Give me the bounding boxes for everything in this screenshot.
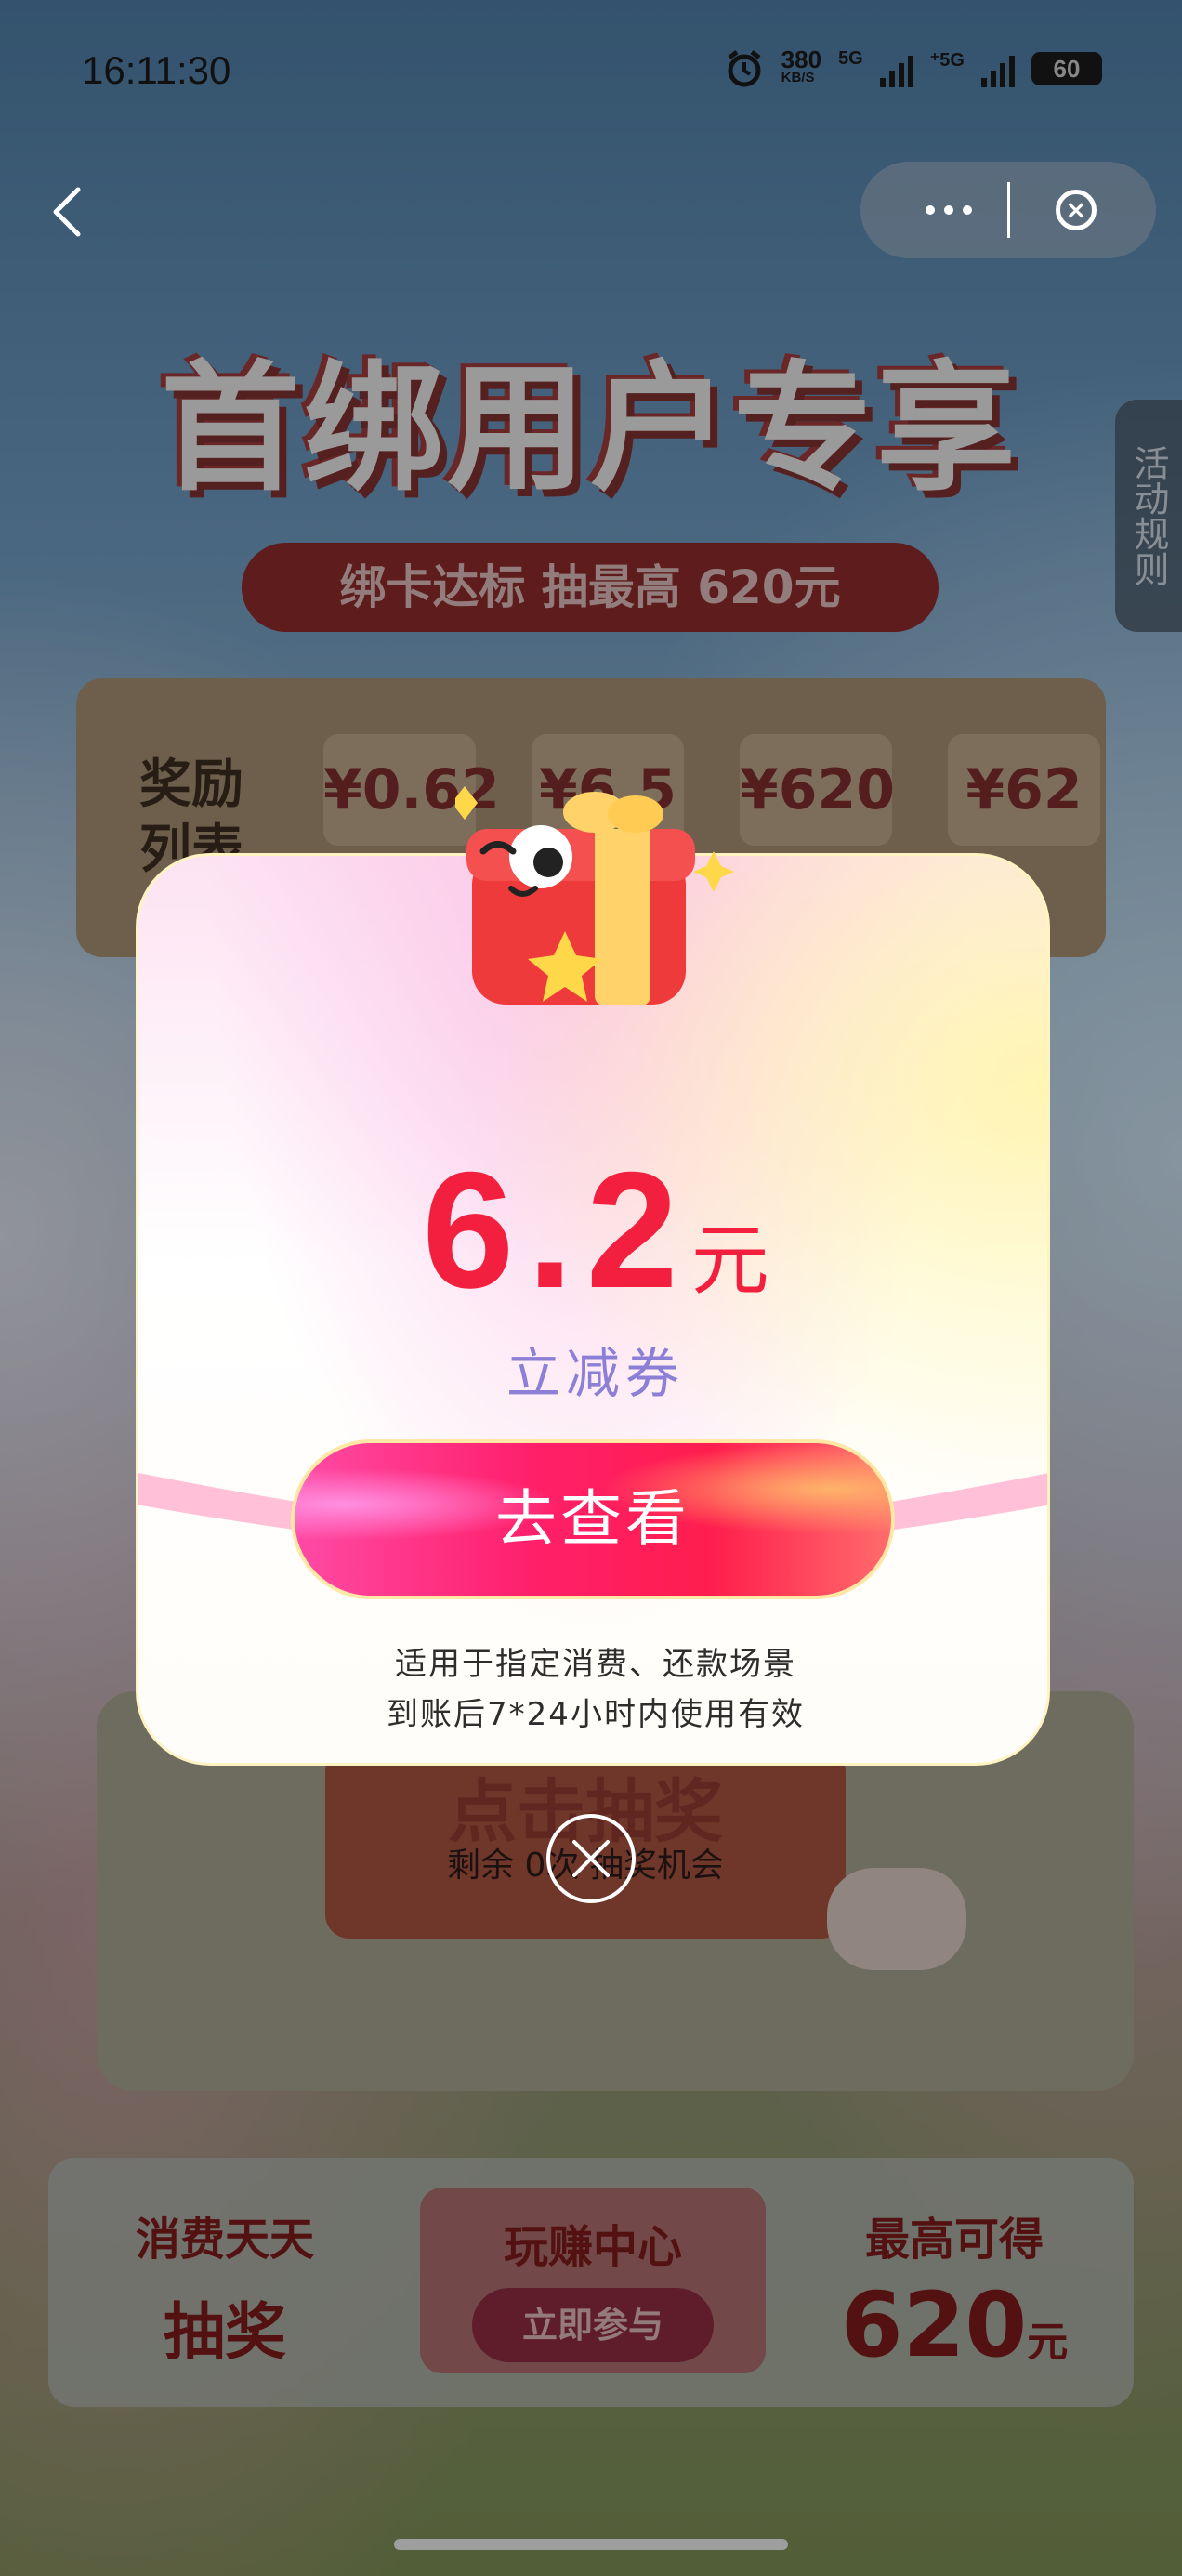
network-type-2: ⁺5G xyxy=(929,50,965,71)
network-type-1: 5G xyxy=(838,48,863,69)
signal-icon xyxy=(879,50,913,87)
prize-amount-value: 6.2 xyxy=(422,1137,691,1322)
alarm-icon xyxy=(728,50,761,87)
close-modal-button[interactable] xyxy=(546,1814,636,1903)
close-icon xyxy=(572,1840,610,1877)
gift-box-mascot-icon xyxy=(455,786,734,1005)
usage-note-line2: 到账后7*24小时内使用有效 xyxy=(387,1696,805,1733)
prize-amount: 6.2元 xyxy=(138,1135,1047,1325)
network-speed: 380 KB/S xyxy=(781,46,822,85)
more-icon[interactable] xyxy=(907,197,991,223)
prize-amount-unit: 元 xyxy=(690,1215,769,1306)
mini-program-capsule: × xyxy=(860,162,1156,258)
close-icon[interactable]: × xyxy=(1056,190,1097,230)
back-icon[interactable] xyxy=(48,186,85,238)
status-time: 16:11:30 xyxy=(82,48,231,92)
status-icons: 380 KB/S 5G ⁺5G 60 xyxy=(724,46,1102,89)
view-button[interactable]: 去查看 xyxy=(291,1439,895,1599)
capsule-divider xyxy=(1007,182,1010,238)
coupon-type: 立减券 xyxy=(506,1342,685,1405)
battery-icon: 60 xyxy=(1031,52,1102,85)
home-indicator[interactable] xyxy=(394,2539,788,2550)
signal-icon xyxy=(981,50,1015,87)
usage-note-line1: 适用于指定消费、还款场景 xyxy=(395,1646,796,1683)
